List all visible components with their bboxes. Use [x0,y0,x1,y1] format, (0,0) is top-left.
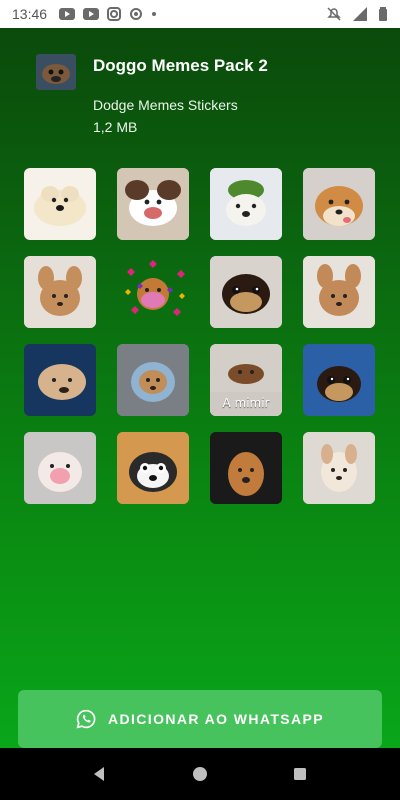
mute-icon [326,6,342,22]
youtube-icon [83,8,100,20]
sticker-5[interactable] [24,256,96,328]
sticker-2[interactable] [117,168,189,240]
pack-content: Doggo Memes Pack 2 Dodge Memes Stickers … [0,28,400,748]
sticker-11[interactable]: A mimir [210,344,282,416]
sticker-caption: A mimir [222,396,270,410]
sticker-12[interactable] [303,344,375,416]
pack-thumbnail [36,54,76,90]
sticker-4[interactable] [303,168,375,240]
status-bar: 13:46 [0,0,400,28]
system-navigation-bar [0,748,400,800]
sticker-13[interactable] [24,432,96,504]
pack-title: Doggo Memes Pack 2 [93,56,268,75]
dot-icon [151,11,157,17]
battery-icon [378,6,388,22]
home-icon[interactable] [185,759,215,789]
pack-size: 1,2 MB [93,119,138,135]
sticker-7[interactable] [210,256,282,328]
back-icon[interactable] [85,759,115,789]
sticker-9[interactable] [24,344,96,416]
sticker-1[interactable] [24,168,96,240]
pack-header: Doggo Memes Pack 2 Dodge Memes Stickers … [0,28,400,168]
sticker-10[interactable] [117,344,189,416]
record-icon [129,7,143,21]
sticker-8[interactable] [303,256,375,328]
sticker-15[interactable] [210,432,282,504]
youtube-icon [59,8,76,20]
pack-subtitle: Dodge Memes Stickers [93,97,238,113]
sticker-6[interactable] [117,256,189,328]
add-to-whatsapp-button[interactable]: ADICIONAR AO WHATSAPP [18,690,382,748]
sticker-grid: A mimir [24,168,376,520]
status-time: 13:46 [12,6,48,22]
whatsapp-icon [76,709,96,729]
sticker-3[interactable] [210,168,282,240]
signal-icon [352,6,368,22]
recents-icon[interactable] [285,759,315,789]
sticker-16[interactable] [303,432,375,504]
sticker-14[interactable] [117,432,189,504]
instagram-icon [107,7,122,21]
add-to-whatsapp-label: ADICIONAR AO WHATSAPP [107,711,325,727]
